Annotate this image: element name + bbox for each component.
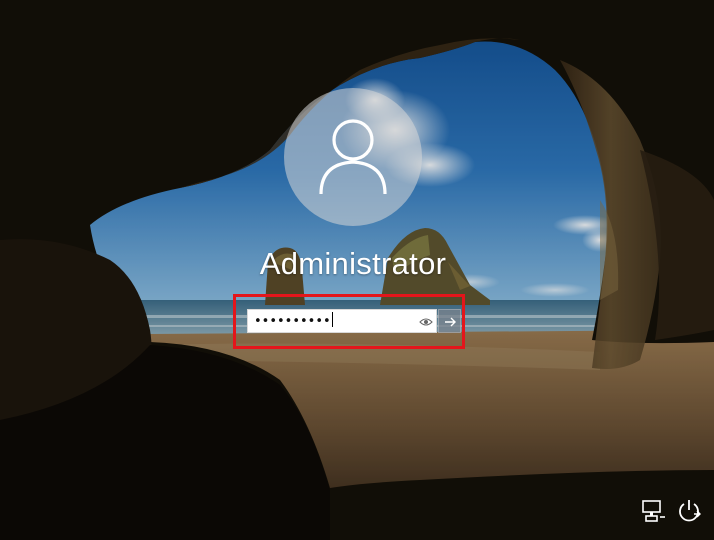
arrow-right-icon bbox=[445, 317, 456, 327]
password-row: •••••••••• bbox=[247, 309, 461, 333]
user-icon bbox=[319, 119, 387, 195]
username-label: Administrator bbox=[259, 246, 447, 281]
login-screen: Administrator •••••••••• bbox=[0, 0, 714, 540]
password-masked-value: •••••••••• bbox=[254, 314, 331, 329]
user-avatar bbox=[284, 88, 422, 226]
submit-button[interactable] bbox=[438, 309, 461, 333]
network-icon[interactable] bbox=[640, 497, 668, 525]
power-icon[interactable] bbox=[675, 497, 703, 525]
eye-icon[interactable] bbox=[419, 315, 433, 329]
password-field[interactable]: •••••••••• bbox=[247, 309, 437, 333]
password-value-wrap: •••••••••• bbox=[254, 312, 333, 331]
text-caret bbox=[331, 312, 333, 327]
